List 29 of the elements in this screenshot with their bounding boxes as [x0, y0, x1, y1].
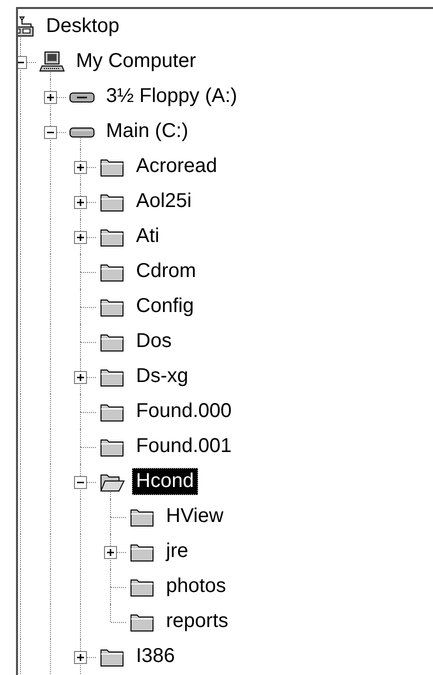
tree-item[interactable]: Ati: [132, 223, 164, 250]
tree-item[interactable]: Ds-xg: [132, 363, 192, 390]
tree-item[interactable]: Dos: [132, 328, 176, 355]
collapse-button[interactable]: [44, 126, 57, 139]
tree-item[interactable]: 3½ Floppy (A:): [102, 83, 242, 110]
tree-item[interactable]: I386: [132, 643, 179, 670]
expand-button[interactable]: [74, 161, 87, 174]
tree-item[interactable]: Aol25i: [132, 188, 196, 215]
tree-item[interactable]: Cdrom: [132, 258, 200, 285]
expand-button[interactable]: [74, 371, 87, 384]
tree-item[interactable]: HView: [162, 503, 228, 530]
expand-button[interactable]: [74, 231, 87, 244]
computer-icon: [39, 50, 65, 72]
tree-item[interactable]: photos: [162, 573, 230, 600]
expand-button[interactable]: [44, 91, 57, 104]
tree-item[interactable]: Desktop: [42, 13, 124, 40]
tree-item[interactable]: Found.000: [132, 398, 236, 425]
tree-item[interactable]: reports: [162, 608, 232, 635]
tree-item[interactable]: jre: [162, 538, 192, 565]
tree-item[interactable]: Acroread: [132, 153, 222, 180]
tree-item[interactable]: Main (C:): [102, 118, 192, 145]
expand-button[interactable]: [74, 196, 87, 209]
collapse-button[interactable]: [74, 476, 87, 489]
tree-item[interactable]: My Computer: [72, 48, 200, 75]
tree-item[interactable]: Hcond: [132, 468, 198, 495]
expand-button[interactable]: [104, 546, 117, 559]
expand-button[interactable]: [74, 651, 87, 664]
tree-item[interactable]: Config: [132, 293, 198, 320]
tree-item[interactable]: Found.001: [132, 433, 236, 460]
